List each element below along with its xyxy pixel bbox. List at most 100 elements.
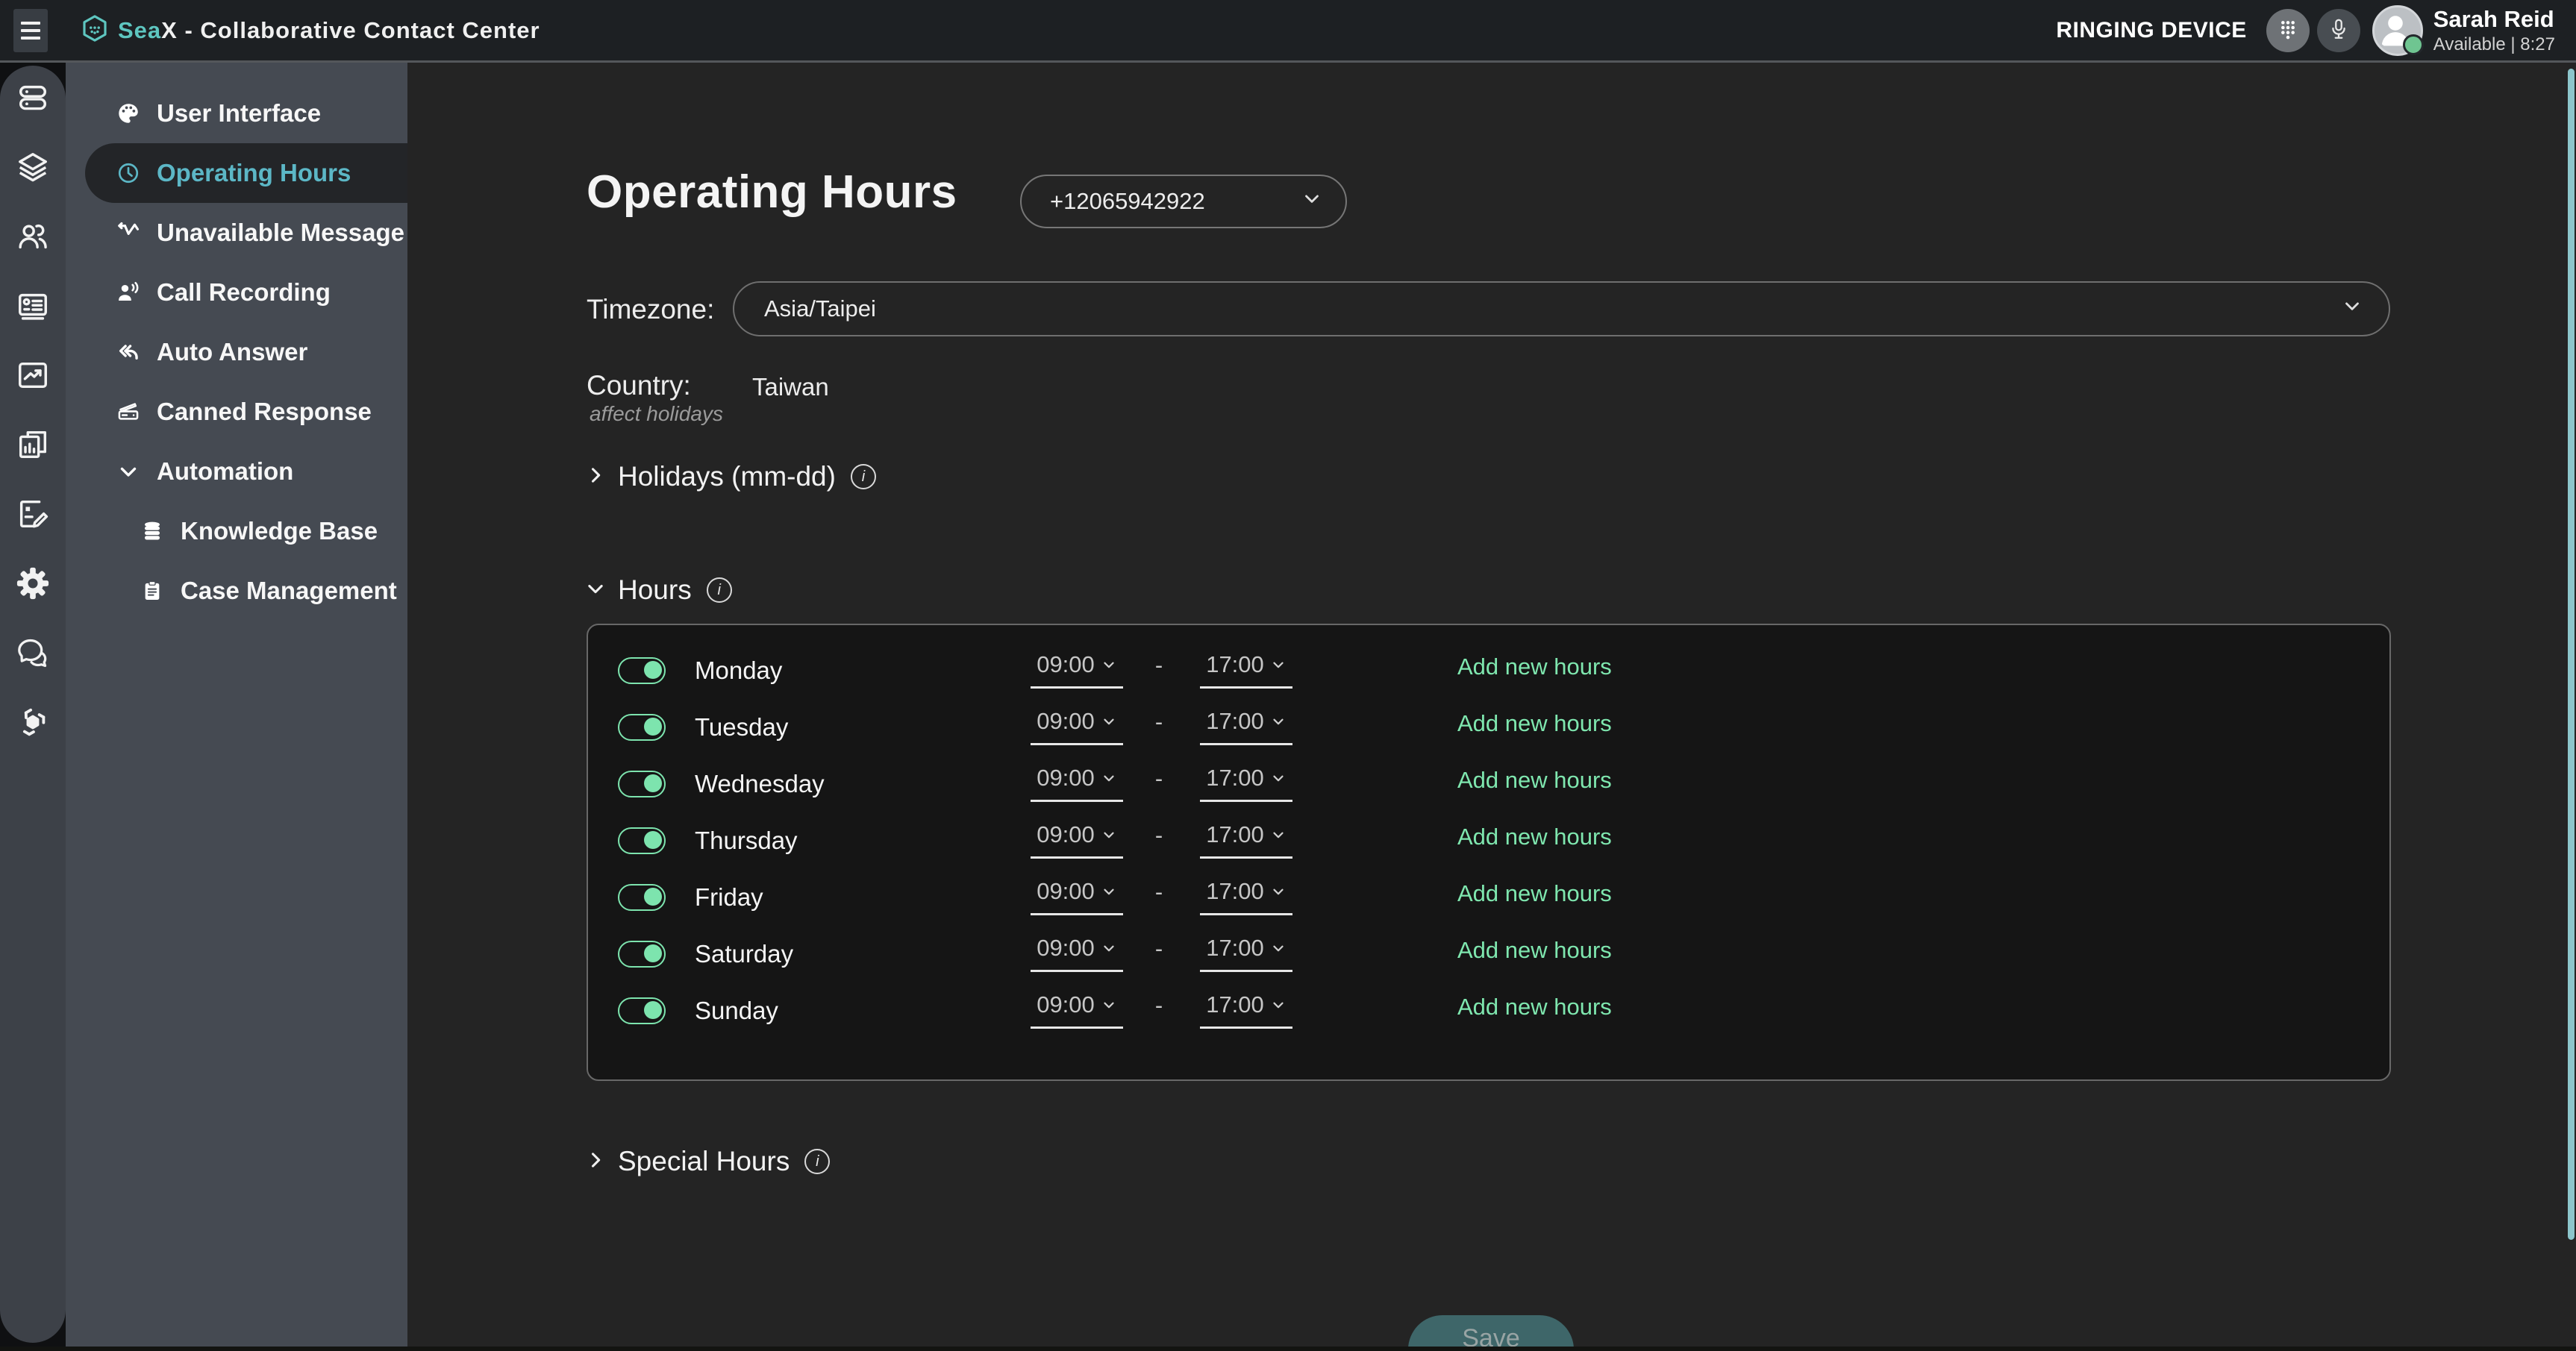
- sidebar-item-knowledge-base[interactable]: Knowledge Base: [66, 501, 407, 561]
- palette-icon: [113, 101, 143, 126]
- microphone-icon: [2327, 17, 2351, 43]
- phone-number-select[interactable]: +12065942922: [1020, 175, 1347, 228]
- hamburger-menu-button[interactable]: [13, 9, 48, 52]
- time-range-separator: -: [1154, 935, 1163, 962]
- user-avatar[interactable]: [2372, 4, 2424, 56]
- integration-icon[interactable]: [16, 705, 50, 739]
- start-time-select[interactable]: 09:00: [1031, 869, 1123, 915]
- add-hours-link[interactable]: Add new hours: [1457, 812, 1612, 862]
- sidebar-item-automation[interactable]: Automation: [66, 442, 407, 501]
- chat-icon[interactable]: [16, 636, 50, 670]
- day-toggle[interactable]: [618, 941, 666, 968]
- end-time-select[interactable]: 17:00: [1200, 699, 1292, 745]
- end-time-select[interactable]: 17:00: [1200, 642, 1292, 689]
- start-time-select[interactable]: 09:00: [1031, 699, 1123, 745]
- voice-icon: [113, 280, 143, 305]
- chevron-down-icon: [1273, 945, 1284, 951]
- day-row-friday: Friday 09:00 - 17:00 Add new hours: [588, 869, 2389, 926]
- time-range-separator: -: [1154, 652, 1163, 678]
- reports-icon[interactable]: [16, 427, 50, 462]
- special-hours-info-icon[interactable]: i: [804, 1149, 831, 1174]
- start-time-select[interactable]: 09:00: [1031, 982, 1123, 1029]
- end-time-select[interactable]: 17:00: [1200, 812, 1292, 859]
- time-range-separator: -: [1154, 879, 1163, 905]
- day-label: Wednesday: [695, 770, 825, 797]
- analytics-icon[interactable]: [16, 358, 50, 392]
- add-hours-link[interactable]: Add new hours: [1457, 699, 1612, 748]
- add-hours-link[interactable]: Add new hours: [1457, 926, 1612, 975]
- timezone-select[interactable]: Asia/Taipei: [733, 281, 2390, 336]
- sidebar-item-label: Operating Hours: [157, 159, 351, 186]
- day-toggle[interactable]: [618, 827, 666, 854]
- end-time-select[interactable]: 17:00: [1200, 869, 1292, 915]
- sidebar-item-auto-answer[interactable]: Auto Answer: [66, 322, 407, 382]
- presence-indicator: [2402, 34, 2424, 55]
- start-time-select[interactable]: 09:00: [1031, 926, 1123, 972]
- end-time-select[interactable]: 17:00: [1200, 756, 1292, 802]
- day-toggle[interactable]: [618, 714, 666, 741]
- contacts-icon[interactable]: [16, 219, 50, 254]
- icon-rail: [0, 66, 66, 1343]
- country-value: Taiwan: [752, 373, 829, 401]
- start-time-select[interactable]: 09:00: [1031, 756, 1123, 802]
- day-toggle[interactable]: [618, 997, 666, 1024]
- app-window: SeaX - Collaborative Contact Center RING…: [0, 0, 2576, 1351]
- sidebar-item-canned-response[interactable]: Canned Response: [66, 382, 407, 442]
- devices-icon[interactable]: [16, 81, 50, 115]
- sidebar-item-call-recording[interactable]: Call Recording: [66, 263, 407, 322]
- sidebar-item-operating-hours[interactable]: Operating Hours: [85, 143, 407, 203]
- holidays-info-icon[interactable]: i: [850, 464, 876, 489]
- add-hours-link[interactable]: Add new hours: [1457, 982, 1612, 1032]
- ringing-device-label: RINGING DEVICE: [2056, 17, 2247, 43]
- hours-info-icon[interactable]: i: [706, 577, 732, 603]
- day-toggle[interactable]: [618, 884, 666, 911]
- end-time-select[interactable]: 17:00: [1200, 926, 1292, 972]
- sidebar-item-unavailable-message[interactable]: Unavailable Message: [66, 203, 407, 263]
- holidays-section-toggle[interactable]: Holidays (mm-dd) i: [585, 461, 876, 492]
- start-time-select[interactable]: 09:00: [1031, 642, 1123, 689]
- dialpad-button[interactable]: [2266, 8, 2310, 52]
- vertical-scrollbar[interactable]: [2568, 69, 2575, 1240]
- timezone-value: Asia/Taipei: [764, 295, 876, 322]
- special-hours-section-toggle[interactable]: Special Hours i: [585, 1146, 831, 1177]
- day-toggle[interactable]: [618, 771, 666, 797]
- add-hours-link[interactable]: Add new hours: [1457, 756, 1612, 805]
- special-hours-section-label: Special Hours: [618, 1146, 790, 1176]
- add-hours-link[interactable]: Add new hours: [1457, 869, 1612, 918]
- app-title: SeaX - Collaborative Contact Center: [118, 16, 540, 43]
- time-range-separator: -: [1154, 765, 1163, 792]
- start-time-select[interactable]: 09:00: [1031, 812, 1123, 859]
- message-check-icon: [113, 220, 143, 245]
- hamburger-icon: [21, 22, 40, 25]
- microphone-button[interactable]: [2316, 8, 2360, 52]
- end-time-select[interactable]: 17:00: [1200, 982, 1292, 1029]
- sidebar-item-case-management[interactable]: Case Management: [66, 561, 407, 621]
- topbar-right-cluster: RINGING DEVICE Sarah Reid Available | 8:…: [2056, 0, 2555, 60]
- sidebar-item-label: Unavailable Message: [157, 219, 404, 246]
- chevron-right-icon: [585, 465, 606, 489]
- form-edit-icon[interactable]: [16, 497, 50, 531]
- save-button[interactable]: Save: [1408, 1315, 1574, 1347]
- sidebar-item-user-interface[interactable]: User Interface: [66, 84, 407, 143]
- chevron-down-icon: [113, 459, 143, 484]
- timezone-label: Timezone:: [587, 294, 715, 325]
- add-hours-link[interactable]: Add new hours: [1457, 642, 1612, 692]
- sidebar-item-label: Knowledge Base: [181, 517, 378, 545]
- chevron-down-icon: [1104, 1002, 1114, 1008]
- clipboard-icon: [137, 579, 167, 603]
- day-row-monday: Monday 09:00 - 17:00 Add new hours: [588, 642, 2389, 699]
- contact-card-icon[interactable]: [16, 289, 50, 323]
- chevron-down-icon: [1273, 888, 1284, 894]
- scanner-icon: [113, 399, 143, 424]
- country-note: affect holidays: [590, 402, 723, 425]
- page-title: Operating Hours: [587, 166, 957, 218]
- day-toggle[interactable]: [618, 657, 666, 684]
- hours-section-toggle[interactable]: Hours i: [585, 574, 732, 606]
- dialpad-icon: [2276, 17, 2300, 43]
- chevron-down-icon: [1273, 775, 1284, 781]
- layers-icon[interactable]: [16, 150, 50, 184]
- settings-gear-icon[interactable]: [16, 566, 50, 601]
- phone-number-value: +12065942922: [1050, 188, 1205, 214]
- chevron-down-icon: [1301, 187, 1323, 216]
- day-label: Saturday: [695, 940, 794, 968]
